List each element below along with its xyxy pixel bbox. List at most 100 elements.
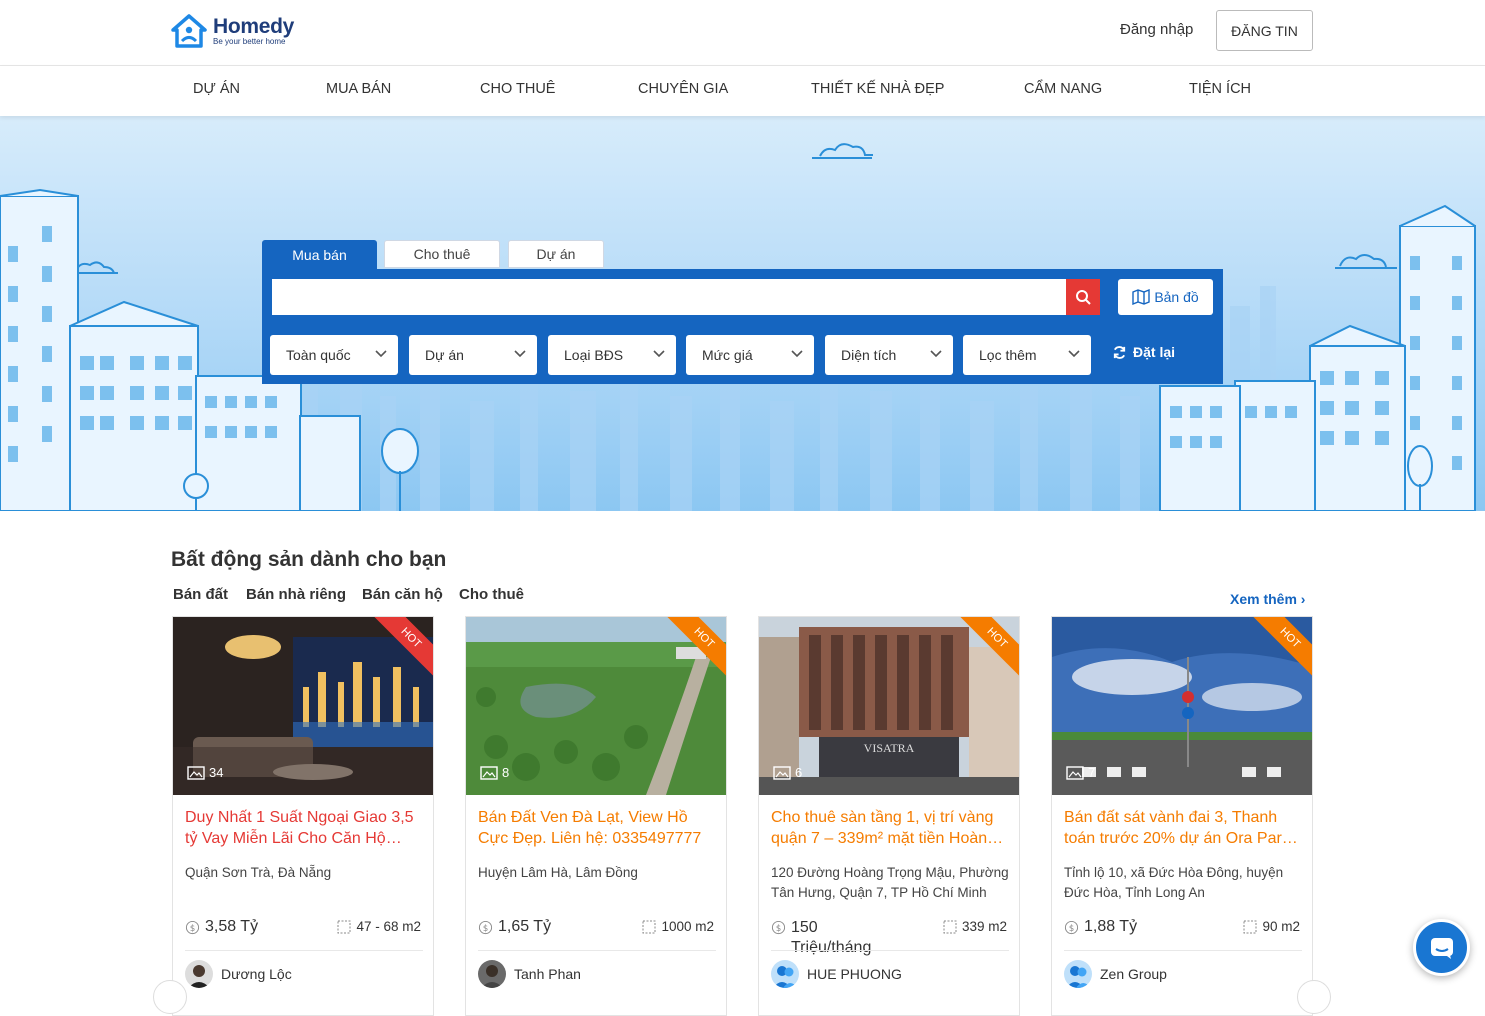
area-icon <box>943 920 957 933</box>
filter-property-type-label: Loại BĐS <box>564 347 624 363</box>
tab-du-an[interactable]: Dự án <box>508 240 604 268</box>
search-icon <box>1076 290 1091 305</box>
divider <box>478 950 716 951</box>
chevron-down-icon <box>514 350 526 358</box>
chevron-down-icon <box>1068 350 1080 358</box>
nav-item-cam-nang[interactable]: CẨM NANG <box>1024 81 1102 97</box>
site-header: Homedy Be your better home Đăng nhập ĐĂN… <box>0 0 1485 66</box>
image-count: 6 <box>773 765 802 780</box>
image-count: 8 <box>480 765 509 780</box>
section-tab-ban-can-ho[interactable]: Bán căn hộ <box>362 586 443 603</box>
section-title: Bất động sản dành cho bạn <box>171 548 447 571</box>
price-value: 1,65 Tỷ <box>498 918 552 935</box>
area-icon <box>337 920 351 933</box>
chevron-down-icon <box>791 350 803 358</box>
filter-project[interactable]: Dự án <box>409 335 537 375</box>
section-tab-ban-nha-rieng[interactable]: Bán nhà riêng <box>246 586 346 603</box>
image-count-value: 8 <box>502 765 510 780</box>
avatar <box>1064 960 1092 988</box>
listing-title[interactable]: Bán Đất Ven Đà Lạt, View Hồ Cực Đẹp. Liê… <box>478 807 716 851</box>
filter-project-label: Dự án <box>425 347 464 363</box>
nav-item-mua-ban[interactable]: MUA BÁN <box>326 81 391 97</box>
listing-card[interactable]: HOT 8 Bán Đất Ven Đà Lạt, View Hồ Cực Đẹ… <box>465 616 727 1016</box>
login-link[interactable]: Đăng nhập <box>1120 21 1193 38</box>
filter-more[interactable]: Lọc thêm <box>963 335 1091 375</box>
search-button[interactable] <box>1066 279 1100 315</box>
listing-author[interactable]: HUE PHUONG <box>771 960 902 988</box>
listing-author[interactable]: Zen Group <box>1064 960 1167 988</box>
filter-property-type[interactable]: Loại BĐS <box>548 335 676 375</box>
filter-location[interactable]: Toàn quốc <box>270 335 398 375</box>
avatar <box>185 960 213 988</box>
avatar <box>771 960 799 988</box>
listing-area: 90 m2 <box>1243 919 1300 934</box>
nav-item-chuyen-gia[interactable]: CHUYÊN GIA <box>638 81 728 97</box>
svg-text:$: $ <box>483 923 488 933</box>
area-icon <box>642 920 656 933</box>
listing-card[interactable]: HOT 34 Duy Nhất 1 Suất Ngoại Giao 3,5 tỷ… <box>172 616 434 1016</box>
chat-button[interactable] <box>1413 919 1470 976</box>
filter-price[interactable]: Mức giá <box>686 335 814 375</box>
image-count: 7 <box>1066 765 1095 780</box>
listing-address: Quận Sơn Trà, Đà Nẵng <box>185 865 332 880</box>
image-icon <box>480 765 498 780</box>
listing-card[interactable]: VISATRA HOT 6 Cho thuê sàn tầng 1, vị tr… <box>758 616 1020 1016</box>
logo-tagline: Be your better home <box>213 37 286 46</box>
area-value: 47 - 68 m2 <box>356 919 421 934</box>
svg-text:$: $ <box>190 923 195 933</box>
listing-photo[interactable]: HOT 34 <box>173 617 433 795</box>
price-value: 1,88 Tỷ <box>1084 918 1138 935</box>
nav-item-tien-ich[interactable]: TIỆN ÍCH <box>1189 81 1251 97</box>
listing-area: 1000 m2 <box>642 919 714 934</box>
price-unit: Triệu/tháng <box>791 939 872 956</box>
listing-address: 120 Đường Hoàng Trọng Mậu, Phường Tân Hư… <box>771 865 1009 900</box>
chevron-down-icon <box>930 350 942 358</box>
listing-title[interactable]: Cho thuê sàn tầng 1, vị trí vàng quận 7 … <box>771 807 1009 851</box>
reset-label: Đặt lại <box>1133 344 1176 360</box>
price-icon: $ <box>478 920 493 935</box>
image-count: 34 <box>187 765 223 780</box>
carousel-prev-button[interactable] <box>153 980 187 1014</box>
nav-item-thiet-ke[interactable]: THIẾT KẾ NHÀ ĐẸP <box>811 81 944 97</box>
map-button[interactable]: Bản đồ <box>1118 279 1213 315</box>
image-icon <box>773 765 791 780</box>
chevron-down-icon <box>653 350 665 358</box>
svg-text:VISATRA: VISATRA <box>864 741 915 755</box>
house-logo-icon <box>171 14 207 48</box>
filter-area[interactable]: Diện tích <box>825 335 953 375</box>
image-count-value: 34 <box>209 765 224 780</box>
listing-photo[interactable]: HOT 7 <box>1052 617 1312 795</box>
area-value: 1000 m2 <box>661 919 714 934</box>
listing-title[interactable]: Bán đất sát vành đai 3, Thanh toán trước… <box>1064 807 1302 851</box>
homedy-logo[interactable]: Homedy Be your better home <box>171 14 294 48</box>
svg-text:$: $ <box>1069 923 1074 933</box>
post-listing-button[interactable]: ĐĂNG TIN <box>1216 10 1313 51</box>
tab-cho-thue[interactable]: Cho thuê <box>384 240 500 268</box>
listing-area: 47 - 68 m2 <box>337 919 421 934</box>
search-panel: Bản đồ Toàn quốc Dự án Loại BĐS Mức giá … <box>262 269 1223 384</box>
listing-author[interactable]: Tanh Phan <box>478 960 581 988</box>
carousel-next-button[interactable] <box>1297 980 1331 1014</box>
nav-item-du-an[interactable]: DỰ ÁN <box>193 81 240 97</box>
filter-area-label: Diện tích <box>841 347 897 363</box>
listing-price: $ 150 Triệu/tháng <box>771 918 871 958</box>
search-input[interactable] <box>272 279 1067 315</box>
see-more-link[interactable]: Xem thêm › <box>1230 591 1305 607</box>
listing-author[interactable]: Dương Lộc <box>185 960 292 988</box>
listing-price: $ 3,58 Tỷ <box>185 918 258 936</box>
filter-price-label: Mức giá <box>702 347 753 363</box>
listing-title[interactable]: Duy Nhất 1 Suất Ngoại Giao 3,5 tỷ Vay Mi… <box>185 807 423 851</box>
tab-mua-ban[interactable]: Mua bán <box>262 240 377 270</box>
section-tab-ban-dat[interactable]: Bán đất <box>173 586 228 603</box>
image-count-value: 6 <box>795 765 803 780</box>
nav-item-cho-thue[interactable]: CHO THUÊ <box>480 81 555 97</box>
price-value: 3,58 Tỷ <box>205 918 259 935</box>
section-tab-cho-thue[interactable]: Cho thuê <box>459 586 524 603</box>
listing-address: Huyện Lâm Hà, Lâm Đồng <box>478 865 638 880</box>
listing-photo[interactable]: VISATRA HOT 6 <box>759 617 1019 795</box>
listing-area: 339 m2 <box>943 919 1007 934</box>
divider <box>771 950 1009 951</box>
reset-filters-button[interactable]: Đặt lại <box>1112 344 1175 360</box>
listing-photo[interactable]: HOT 8 <box>466 617 726 795</box>
listing-card[interactable]: HOT 7 Bán đất sát vành đai 3, Thanh toán… <box>1051 616 1313 1016</box>
